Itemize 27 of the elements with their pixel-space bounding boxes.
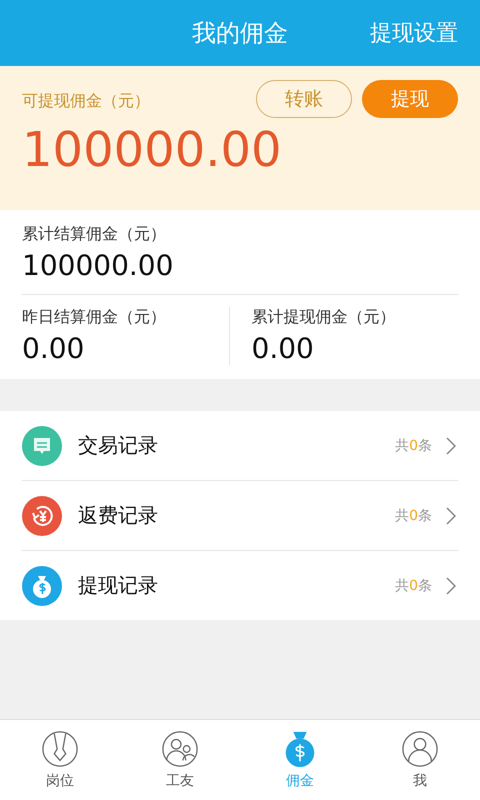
tie-icon <box>41 730 79 768</box>
record-row[interactable]: 提现记录 共0条 <box>22 551 458 620</box>
record-row[interactable]: 交易记录 共0条 <box>22 411 458 481</box>
chevron-icon <box>446 576 456 594</box>
stat-label: 累计提现佣金（元） <box>252 307 396 328</box>
record-title: 交易记录 <box>78 432 159 459</box>
balance-label: 可提现佣金（元） <box>22 90 150 112</box>
stat-value: 100000.00 <box>22 249 174 282</box>
tab[interactable]: 我 <box>360 720 480 800</box>
record-count: 共0条 <box>395 506 432 524</box>
record-count: 共0条 <box>395 576 432 594</box>
record-title: 返费记录 <box>78 502 159 529</box>
chevron-icon <box>446 436 456 454</box>
stat-label: 累计结算佣金（元） <box>22 224 167 245</box>
record-title: 提现记录 <box>78 572 159 599</box>
record-count: 共0条 <box>395 436 432 454</box>
person-icon <box>401 730 439 768</box>
stat-label: 昨日结算佣金（元） <box>22 307 167 328</box>
stat-value: 0.00 <box>22 332 86 365</box>
tab[interactable]: 工友 <box>120 720 240 800</box>
people-icon <box>161 730 199 768</box>
balance-amount: 100000.00 <box>22 122 283 178</box>
record-row[interactable]: 返费记录 共0条 <box>22 481 458 551</box>
tab[interactable]: 岗位 <box>0 720 120 800</box>
stat-value: 0.00 <box>252 332 315 365</box>
chevron-icon <box>446 506 456 524</box>
page-title: 我的佣金 <box>192 18 288 49</box>
